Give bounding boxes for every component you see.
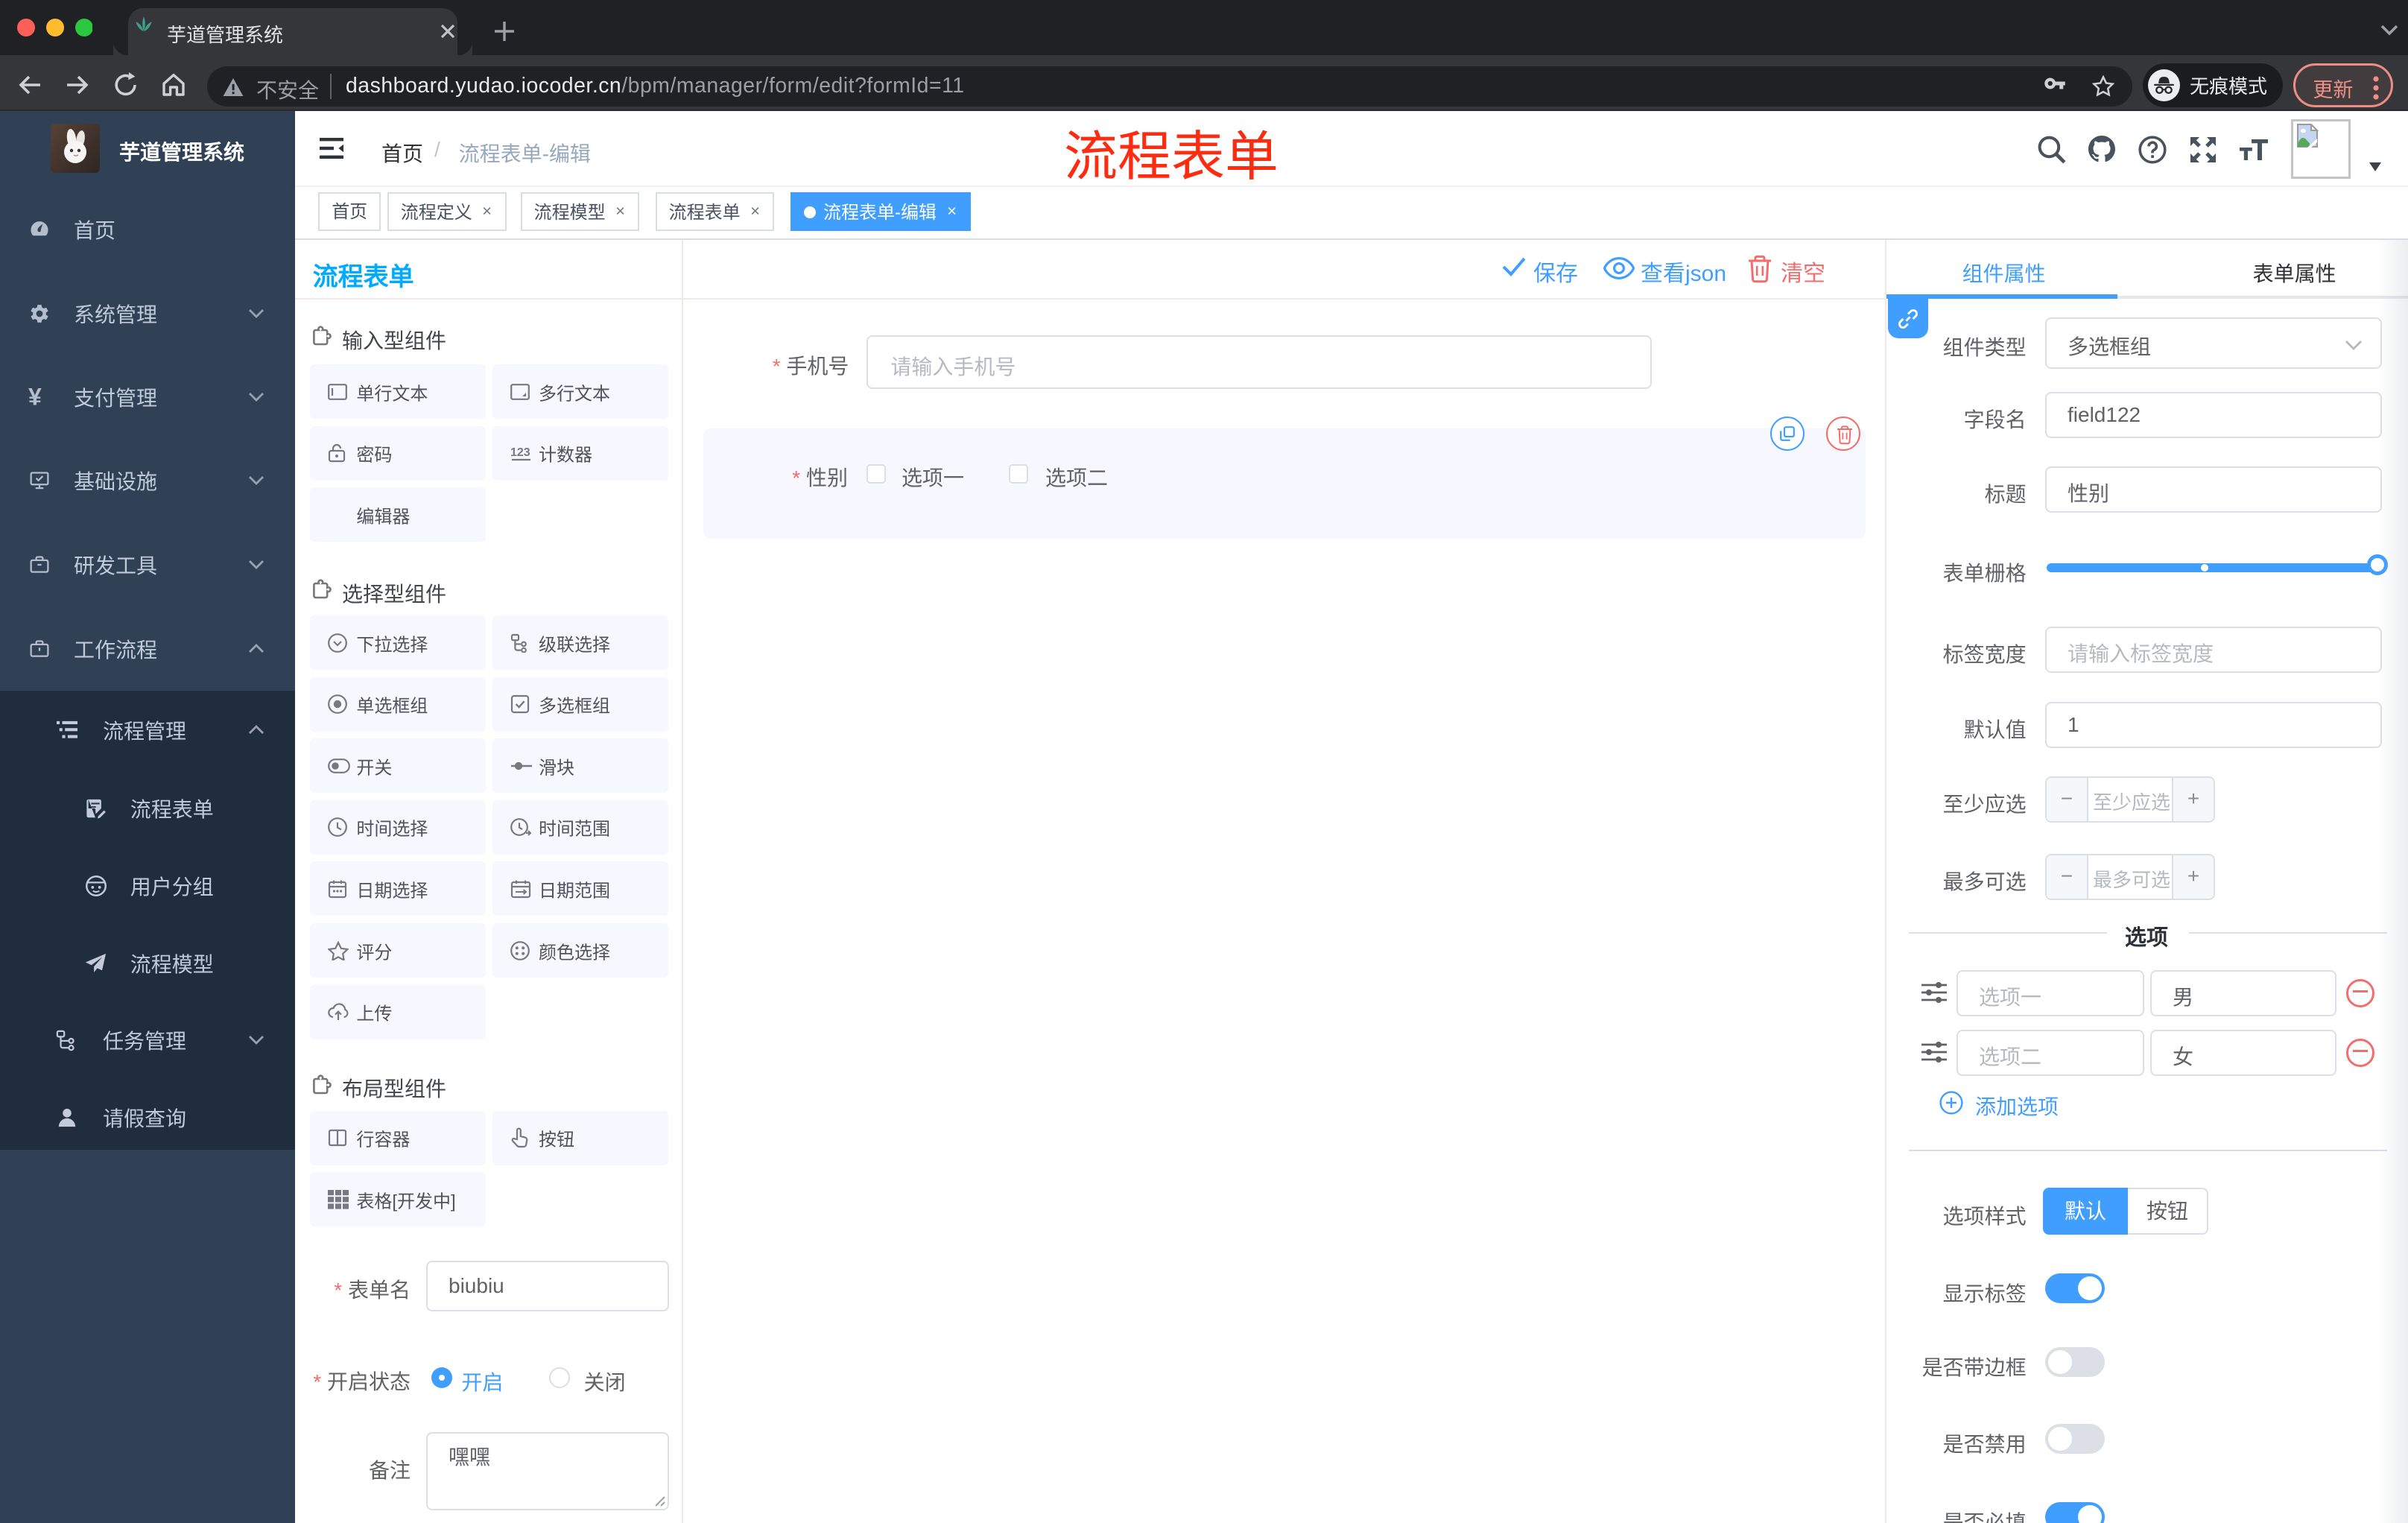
svg-text:123: 123 [510, 446, 530, 459]
